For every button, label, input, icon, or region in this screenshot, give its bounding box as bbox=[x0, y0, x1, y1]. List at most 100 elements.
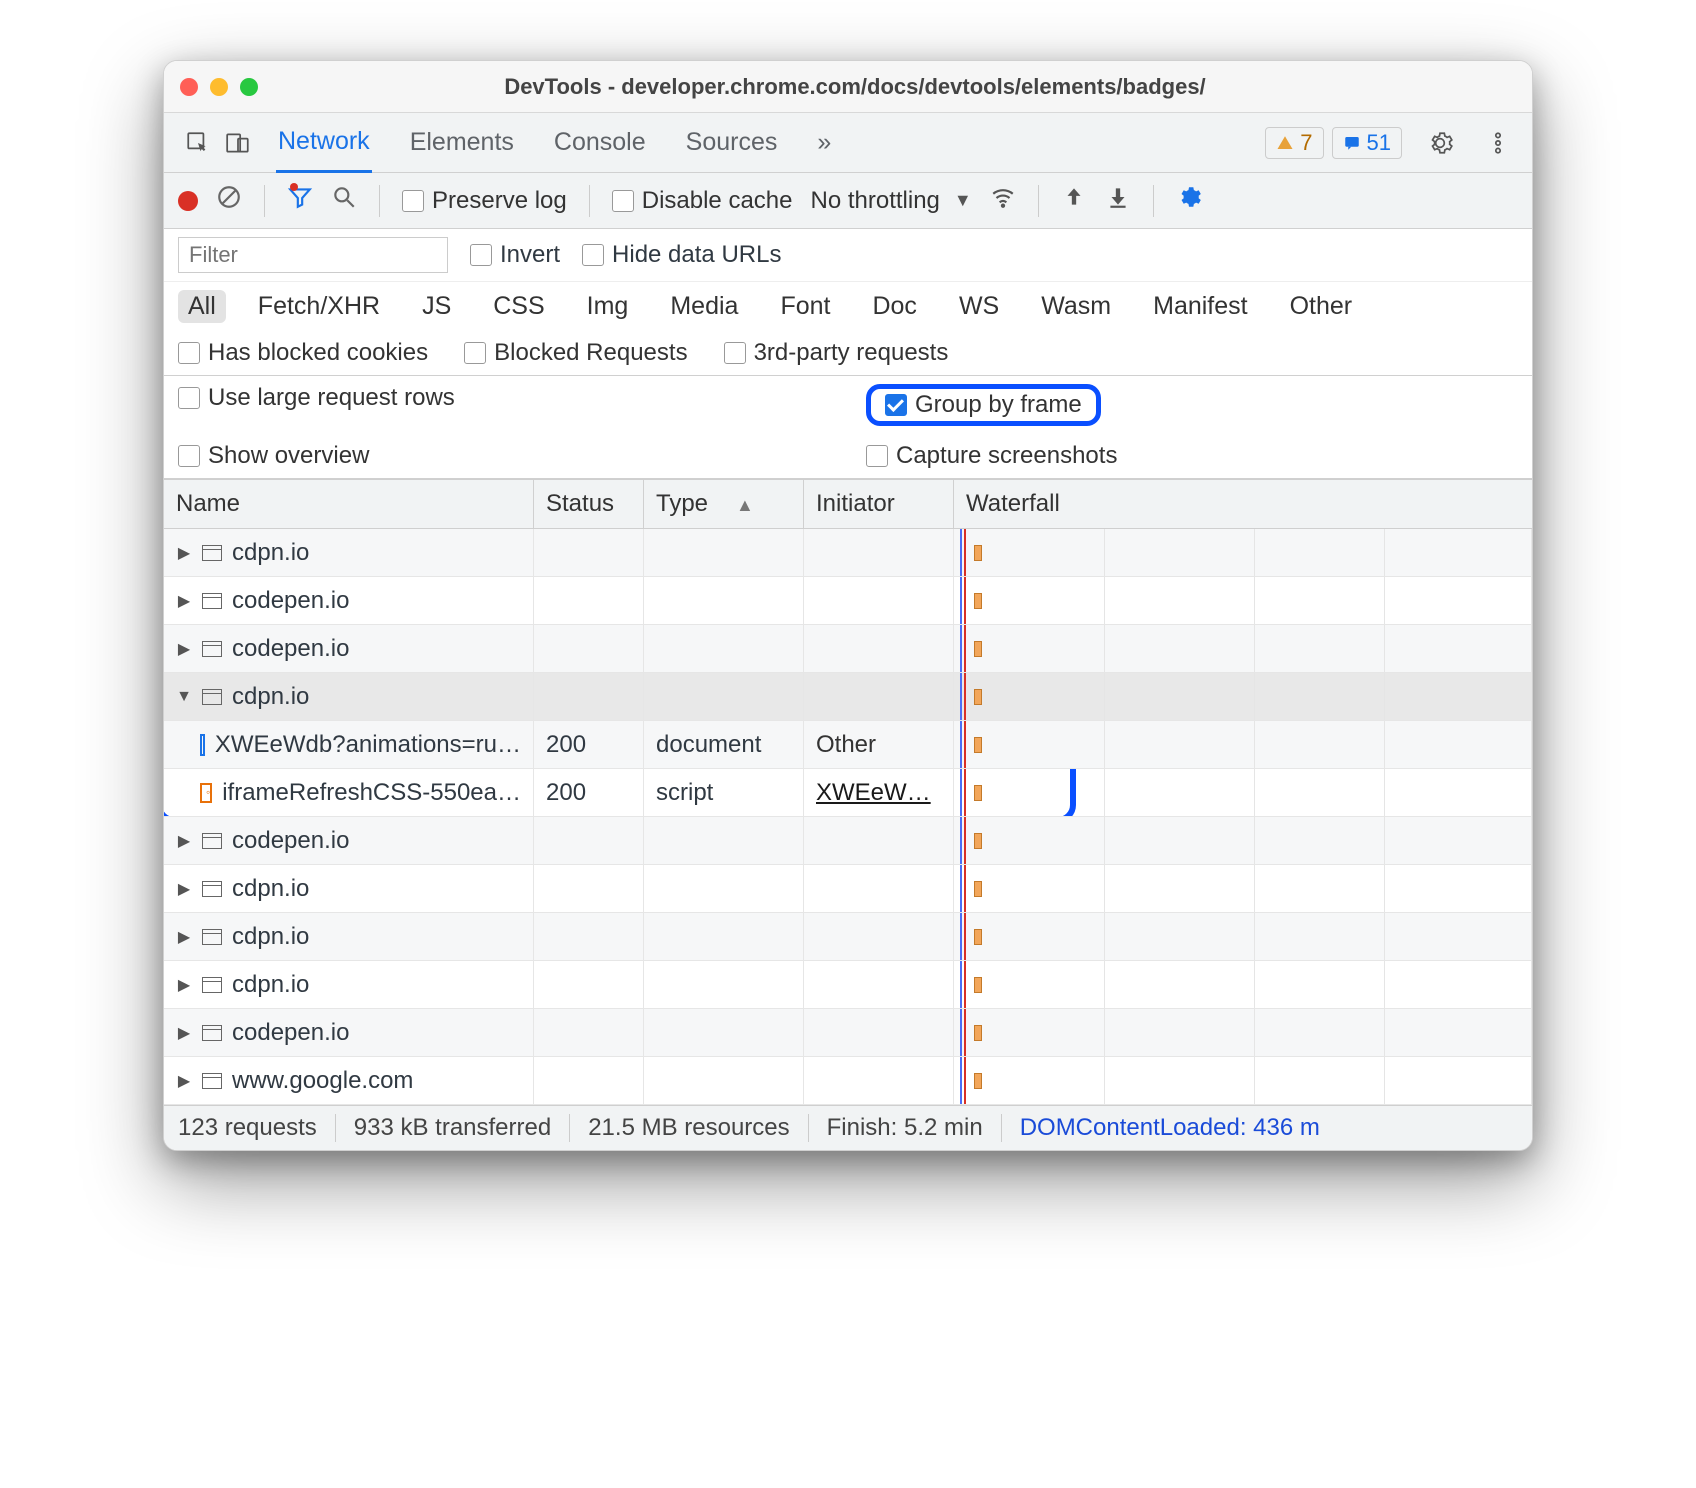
search-icon[interactable] bbox=[331, 184, 357, 217]
col-type[interactable]: Type▲ bbox=[644, 480, 804, 528]
col-waterfall[interactable]: Waterfall bbox=[954, 480, 1532, 528]
hide-data-urls-label: Hide data URLs bbox=[612, 241, 781, 268]
hide-data-urls-checkbox[interactable]: Hide data URLs bbox=[582, 241, 781, 269]
frame-icon bbox=[202, 1025, 222, 1041]
chevron-right-icon[interactable]: ▶ bbox=[176, 1071, 192, 1091]
record-button[interactable] bbox=[178, 191, 198, 211]
settings-gear-icon[interactable] bbox=[1420, 123, 1460, 163]
network-conditions-icon[interactable] bbox=[990, 184, 1016, 217]
chevron-right-icon[interactable]: ▶ bbox=[176, 543, 192, 563]
chevron-right-icon[interactable]: ▶ bbox=[176, 831, 192, 851]
warnings-badge[interactable]: 7 bbox=[1265, 127, 1323, 159]
chevron-right-icon[interactable]: ▶ bbox=[176, 591, 192, 611]
filter-media[interactable]: Media bbox=[660, 290, 748, 323]
tab-console[interactable]: Console bbox=[552, 114, 648, 171]
filter-all[interactable]: All bbox=[178, 290, 226, 323]
frame-group-row[interactable]: ▶cdpn.io bbox=[164, 865, 1532, 913]
col-name[interactable]: Name bbox=[164, 480, 534, 528]
group-by-frame-checkbox[interactable]: Group by frame bbox=[885, 391, 1082, 418]
frame-group-row[interactable]: ▶ cdpn.io bbox=[164, 913, 1532, 961]
filter-fetch[interactable]: Fetch/XHR bbox=[248, 290, 390, 323]
row-status bbox=[534, 961, 644, 1008]
frame-group-row[interactable]: ▶cdpn.io bbox=[164, 529, 1532, 577]
row-status bbox=[534, 1057, 644, 1104]
filter-img[interactable]: Img bbox=[577, 290, 639, 323]
large-rows-checkbox[interactable]: Use large request rows bbox=[178, 384, 455, 411]
tab-sources[interactable]: Sources bbox=[684, 114, 780, 171]
frame-group-row[interactable]: ▶cdpn.io bbox=[164, 961, 1532, 1009]
messages-badge[interactable]: 51 bbox=[1332, 127, 1402, 159]
minimize-window[interactable] bbox=[210, 78, 228, 96]
group-by-frame-label: Group by frame bbox=[915, 391, 1082, 418]
filter-css[interactable]: CSS bbox=[483, 290, 554, 323]
frame-icon bbox=[202, 833, 222, 849]
frame-group-row[interactable]: ▼cdpn.io bbox=[164, 673, 1532, 721]
row-initiator bbox=[804, 865, 954, 912]
filter-font[interactable]: Font bbox=[770, 290, 840, 323]
row-status bbox=[534, 913, 644, 960]
clear-button[interactable] bbox=[216, 184, 242, 217]
chevron-right-icon[interactable]: ▶ bbox=[176, 879, 192, 899]
frame-icon bbox=[202, 929, 222, 945]
frame-group-row[interactable]: ▶www.google.com bbox=[164, 1057, 1532, 1105]
frame-group-row[interactable]: ▶codepen.io bbox=[164, 577, 1532, 625]
kebab-menu-icon[interactable] bbox=[1478, 123, 1518, 163]
preserve-log-checkbox[interactable]: Preserve log bbox=[402, 187, 567, 215]
request-row[interactable]: XWEeWdb?animations=ru…200documentOther bbox=[164, 721, 1532, 769]
chevron-right-icon[interactable]: ▶ bbox=[176, 639, 192, 659]
upload-har-icon[interactable] bbox=[1061, 184, 1087, 217]
invert-label: Invert bbox=[500, 241, 560, 268]
throttling-select[interactable]: No throttling ▼ bbox=[810, 187, 971, 215]
close-window[interactable] bbox=[180, 78, 198, 96]
row-status bbox=[534, 865, 644, 912]
tab-network[interactable]: Network bbox=[276, 113, 372, 173]
tab-elements[interactable]: Elements bbox=[408, 114, 516, 171]
device-toolbar-icon[interactable] bbox=[218, 123, 258, 163]
filter-js[interactable]: JS bbox=[412, 290, 461, 323]
disable-cache-checkbox[interactable]: Disable cache bbox=[612, 187, 793, 215]
show-overview-checkbox[interactable]: Show overview bbox=[178, 442, 369, 469]
row-initiator bbox=[804, 1057, 954, 1104]
filter-toggle-icon[interactable] bbox=[287, 184, 313, 217]
row-name: cdpn.io bbox=[232, 923, 309, 951]
third-party-checkbox[interactable]: 3rd-party requests bbox=[724, 339, 949, 367]
network-settings-gear-icon[interactable] bbox=[1176, 184, 1202, 217]
maximize-window[interactable] bbox=[240, 78, 258, 96]
filter-manifest[interactable]: Manifest bbox=[1143, 290, 1257, 323]
chevron-right-icon[interactable]: ▶ bbox=[176, 927, 192, 947]
row-type bbox=[644, 961, 804, 1008]
chevron-right-icon[interactable]: ▶ bbox=[176, 975, 192, 995]
row-initiator bbox=[804, 1009, 954, 1056]
frame-group-row[interactable]: ▶codepen.io bbox=[164, 1009, 1532, 1057]
resource-type-filters: All Fetch/XHR JS CSS Img Media Font Doc … bbox=[164, 282, 1532, 331]
row-initiator[interactable]: XWEeW… bbox=[804, 769, 954, 816]
has-blocked-cookies-checkbox[interactable]: Has blocked cookies bbox=[178, 339, 428, 367]
chevron-down-icon[interactable]: ▼ bbox=[176, 688, 192, 706]
filter-input[interactable] bbox=[178, 237, 448, 273]
capture-screenshots-checkbox[interactable]: Capture screenshots bbox=[866, 442, 1117, 469]
network-toolbar: Preserve log Disable cache No throttling… bbox=[164, 173, 1532, 229]
filter-doc[interactable]: Doc bbox=[862, 290, 926, 323]
disable-cache-label: Disable cache bbox=[642, 187, 793, 214]
inspect-element-icon[interactable] bbox=[178, 123, 218, 163]
frame-group-row[interactable]: ▶codepen.io bbox=[164, 625, 1532, 673]
chevron-right-icon[interactable]: ▶ bbox=[176, 1023, 192, 1043]
row-initiator bbox=[804, 961, 954, 1008]
filter-ws[interactable]: WS bbox=[949, 290, 1009, 323]
blocked-requests-checkbox[interactable]: Blocked Requests bbox=[464, 339, 687, 367]
filter-wasm[interactable]: Wasm bbox=[1031, 290, 1121, 323]
tab-more[interactable]: » bbox=[815, 114, 833, 171]
request-row[interactable]: iframeRefreshCSS-550ea…200scriptXWEeW… bbox=[164, 769, 1532, 817]
invert-checkbox[interactable]: Invert bbox=[470, 241, 560, 269]
row-status bbox=[534, 529, 644, 576]
filter-other[interactable]: Other bbox=[1280, 290, 1363, 323]
row-status bbox=[534, 673, 644, 720]
col-initiator[interactable]: Initiator bbox=[804, 480, 954, 528]
col-status[interactable]: Status bbox=[534, 480, 644, 528]
filter-row: Invert Hide data URLs bbox=[164, 229, 1532, 282]
row-waterfall bbox=[954, 625, 1532, 672]
row-waterfall bbox=[954, 1057, 1532, 1104]
download-har-icon[interactable] bbox=[1105, 184, 1131, 217]
frame-group-row[interactable]: ▶codepen.io bbox=[164, 817, 1532, 865]
traffic-lights bbox=[180, 78, 258, 96]
